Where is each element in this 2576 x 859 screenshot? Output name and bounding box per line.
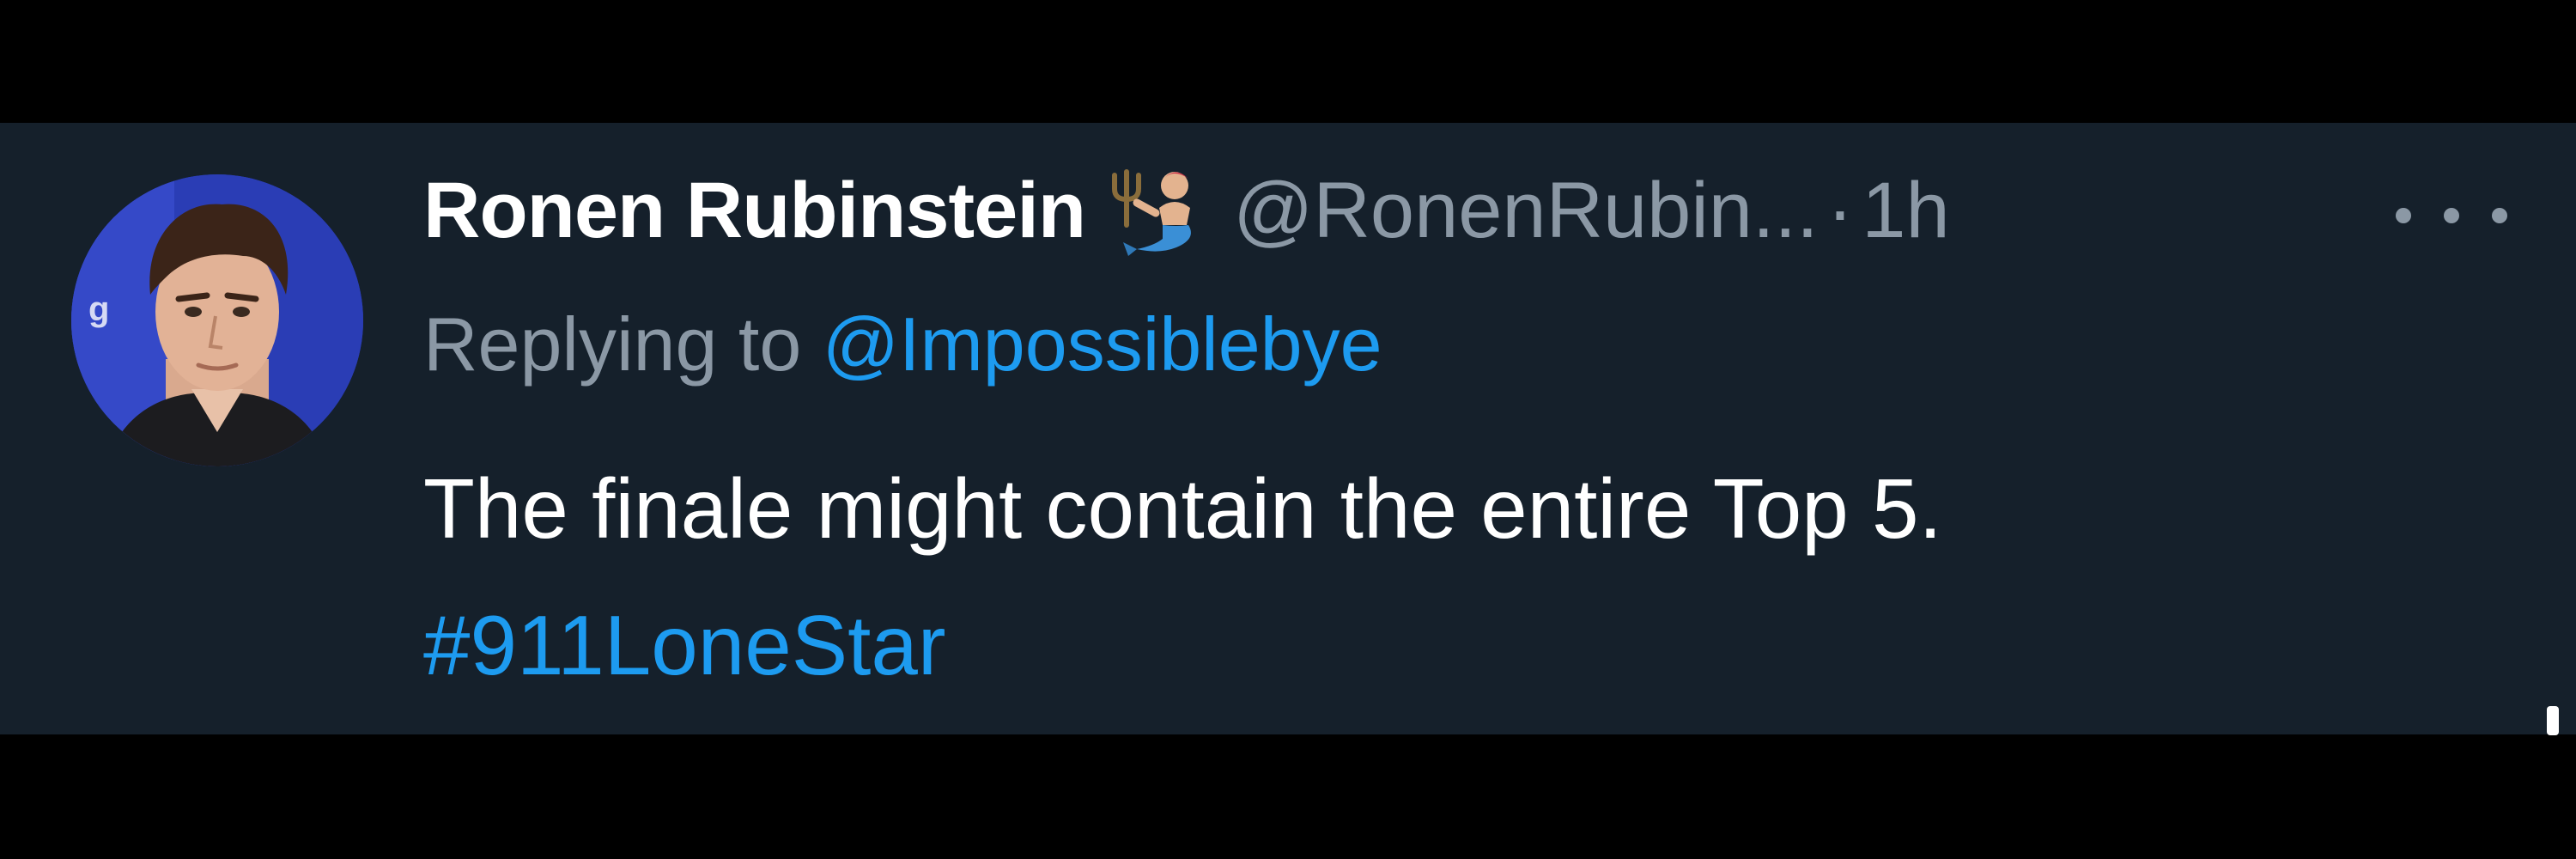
- svg-text:g: g: [88, 290, 109, 328]
- hashtag-link[interactable]: #911LoneStar: [423, 597, 945, 694]
- separator-dot: ·: [1826, 166, 1854, 254]
- replying-to-line: Replying to @Impossiblebye: [423, 301, 1382, 388]
- mermaid-with-trident-emoji-icon: [1103, 163, 1214, 258]
- more-dot: [2492, 208, 2507, 223]
- avatar-photo: g: [71, 174, 363, 466]
- replying-to-handle-link[interactable]: @Impossiblebye: [823, 302, 1382, 387]
- display-name[interactable]: Ronen Rubinstein: [423, 166, 1086, 256]
- more-dot: [2396, 208, 2411, 223]
- user-handle[interactable]: @RonenRubin...: [1233, 166, 1819, 256]
- screen: g Ronen Rubinstein @RonenRubin... · 1h R…: [0, 0, 2576, 859]
- tweet-header: Ronen Rubinstein @RonenRubin... · 1h: [423, 159, 1950, 262]
- tweet-text: The finale might contain the entire Top …: [423, 461, 1942, 556]
- timestamp[interactable]: 1h: [1862, 166, 1949, 256]
- replying-to-label: Replying to: [423, 302, 823, 387]
- scrollbar-thumb[interactable]: [2547, 706, 2559, 735]
- more-dot: [2444, 208, 2459, 223]
- avatar[interactable]: g: [71, 174, 363, 466]
- more-options-icon[interactable]: [2396, 198, 2507, 233]
- tweet-card[interactable]: g Ronen Rubinstein @RonenRubin... · 1h R…: [0, 123, 2576, 734]
